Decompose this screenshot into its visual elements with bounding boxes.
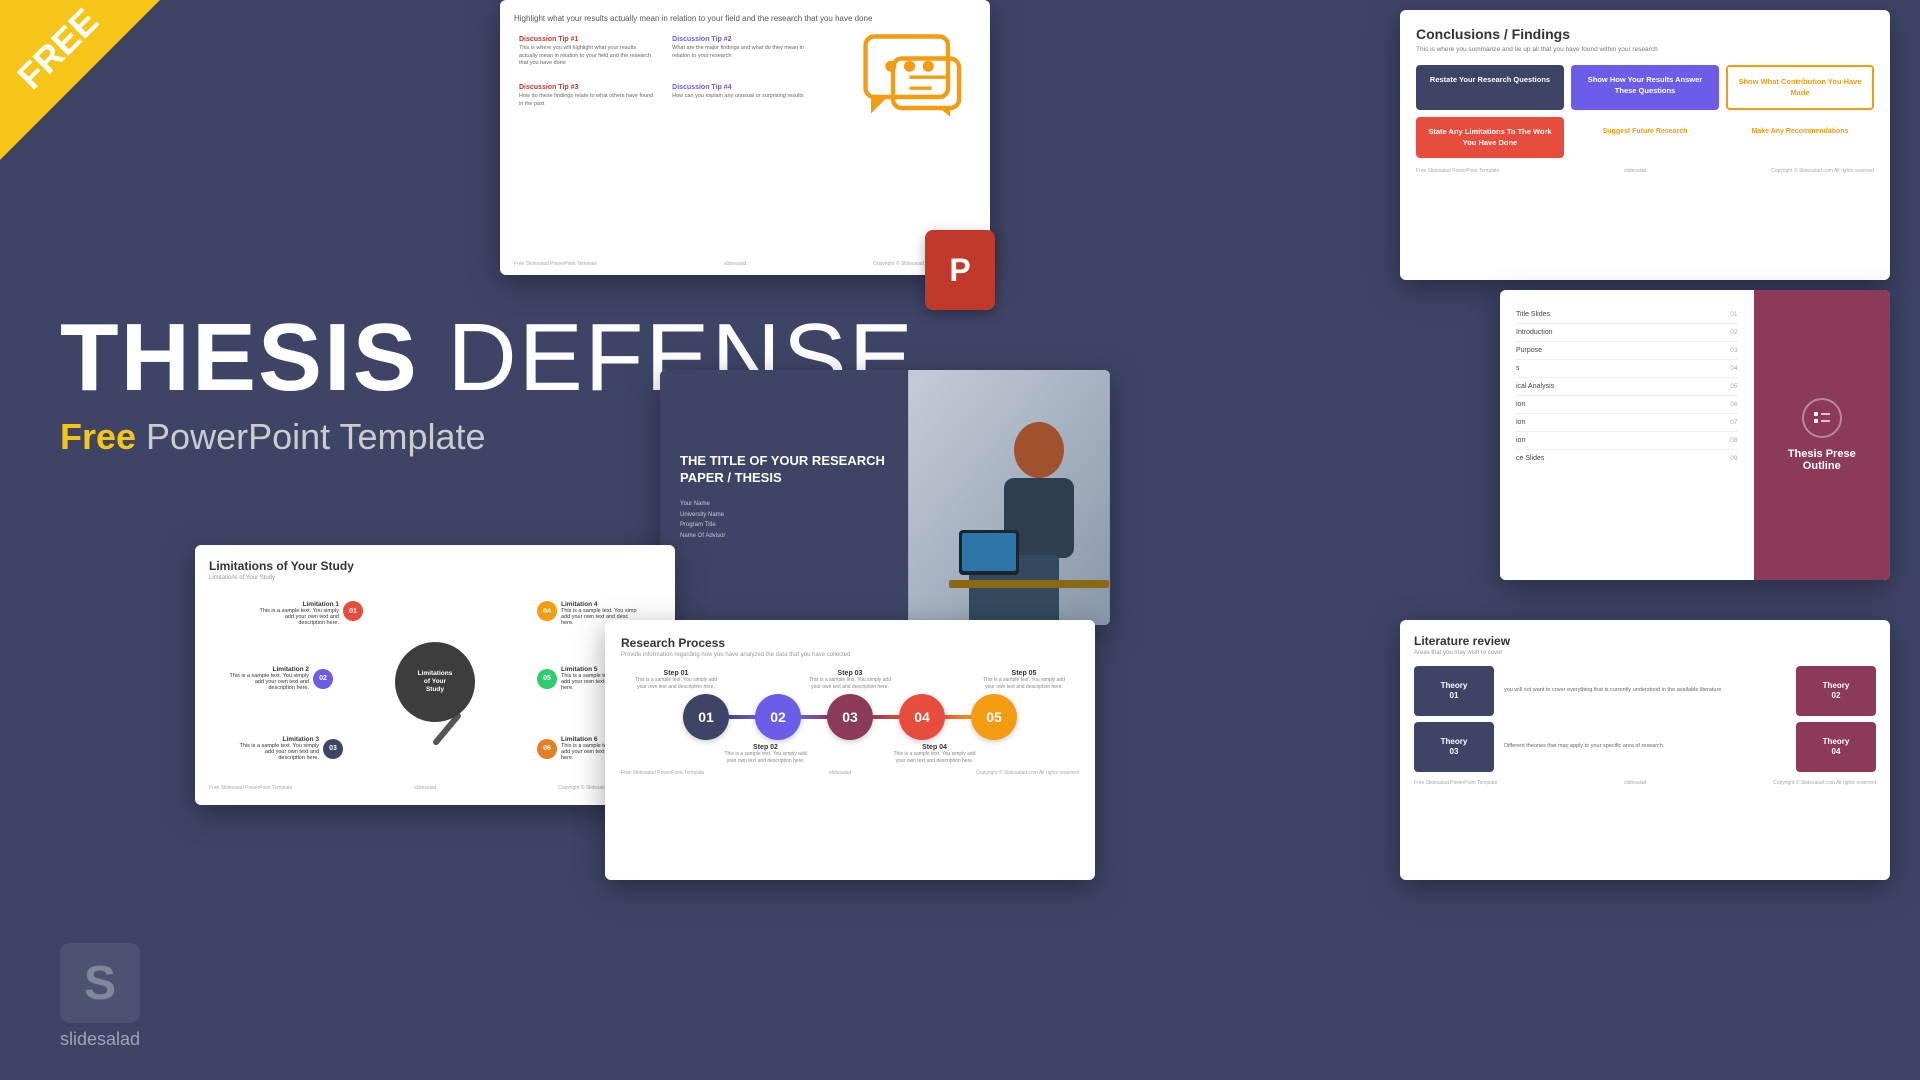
theory-04: Theory04 [1796,722,1876,772]
toc-right-title: Thesis PreseOutline [1788,448,1856,472]
theory-text-2: Different theories that may apply to you… [1500,722,1790,772]
disc-tip-3: Discussion Tip #3 How do these findings … [514,79,661,113]
person-image [908,370,1111,625]
slide-research: Research Process Provide information reg… [605,620,1095,880]
conc-box-3: Show What Contribution You Have Made [1726,65,1874,110]
disc-tip-1: Discussion Tip #1 This is where you will… [514,31,661,73]
step-03-desc: Step 03 This is a sample text. You simpl… [805,670,895,690]
lit-row-1: Theory01 you will not want to cover ever… [1414,666,1876,716]
circle-03: 03 [827,694,873,740]
steps-top-row: Step 01 This is a sample text. You simpl… [621,670,1079,690]
limit-item-1: Limitation 1This is a sample text. You s… [259,601,363,626]
lit-title: Literature review [1414,634,1876,648]
conc-sub: This is where you summarize and tie up a… [1416,46,1874,53]
discussion-tips-grid: Discussion Tip #1 This is where you will… [514,31,814,113]
disc-tip-4: Discussion Tip #4 How can you explain an… [667,79,814,113]
step-02-desc: Step 02 This is a sample text. You simpl… [721,744,811,764]
research-title: Research Process [621,636,1079,650]
title-left-panel: THE TITLE OF YOUR RESEARCH PAPER / THESI… [660,370,908,625]
tip1-label: Discussion Tip #1 [519,36,656,43]
tip3-label: Discussion Tip #3 [519,84,656,91]
ppt-icon: P [925,230,995,310]
lit-footer: Free Slidesalad PowerPoint Template slid… [1414,780,1876,786]
conc-box-1: Restate Your Research Questions [1416,65,1564,110]
step-01-desc: Step 01 This is a sample text. You simpl… [631,670,721,690]
limit-sub: Limitations of Your Study [209,575,661,581]
limit-diagram: Limitationsof YourStudy Limitation 1This… [209,591,661,781]
step-04-desc: Step 04 This is a sample text. You simpl… [890,744,980,764]
research-footer: Free Slidesalad PowerPoint Template slid… [621,770,1079,776]
lit-row-2: Theory03 Different theories that may app… [1414,722,1876,772]
slide-conclusions: Conclusions / Findings This is where you… [1400,10,1890,280]
conc-box-4: State Any Limitations To The Work You Ha… [1416,117,1564,158]
toc-row-1: Title Slides01 [1516,306,1738,324]
tip4-body: How can you explain any unusual or surpr… [672,93,809,101]
circle-04: 04 [899,694,945,740]
circles-row: 01 02 03 04 05 [621,694,1079,740]
theory-02: Theory02 [1796,666,1876,716]
toc-row-5: ical Analysis05 [1516,378,1738,396]
tip2-body: What are the major findings and what do … [672,45,809,60]
toc-right-panel: Thesis PreseOutline [1754,290,1891,580]
step-05-desc: Step 05 This is a sample text. You simpl… [979,670,1069,690]
toc-row-7: ion07 [1516,414,1738,432]
title-right-image [908,370,1111,625]
circle-01: 01 [683,694,729,740]
conc-grid: Restate Your Research Questions Show How… [1416,65,1874,158]
slide-toc: Title Slides01 Introduction02 Purpose03 … [1500,290,1890,580]
conc-box-5: Suggest Future Research [1571,117,1719,158]
author-info: Your Name University Name Program Title … [680,499,888,542]
toc-row-9: ce Slides09 [1516,450,1738,467]
toc-row-4: s04 [1516,360,1738,378]
slide-discussion: Highlight what your results actually mea… [500,0,990,275]
ppt-letter: P [949,252,970,289]
chat-icon [860,30,970,120]
conc-footer: Free Slidesalad PowerPoint Template slid… [1416,168,1874,174]
toc-row-2: Introduction02 [1516,324,1738,342]
conc-box-6: Make Any Recommendations [1726,117,1874,158]
circle-02: 02 [755,694,801,740]
toc-icon [1802,398,1842,438]
disc-tip-2: Discussion Tip #2 What are the major fin… [667,31,814,73]
toc-row-6: ion06 [1516,396,1738,414]
disc-footer: Free Slidesalad PowerPoint Template slid… [514,261,976,267]
circle-05: 05 [971,694,1017,740]
tip1-body: This is where you will highlight what yo… [519,45,656,68]
brand-name: slidesalad [60,1029,140,1050]
toc-content: Title Slides01 Introduction02 Purpose03 … [1500,290,1754,580]
theory-01: Theory01 [1414,666,1494,716]
limit-footer: Free Slidesalad PowerPoint Template slid… [209,785,661,791]
limit-title: Limitations of Your Study [209,559,661,573]
toc-row-8: ion08 [1516,432,1738,450]
conc-title: Conclusions / Findings [1416,26,1874,42]
research-sub: Provide information regarding how you ha… [621,652,1079,658]
steps-bottom-row: Step 02 This is a sample text. You simpl… [621,744,1079,764]
tip3-body: How do these findings relate to what oth… [519,93,656,108]
center-circle: Limitationsof YourStudy [395,642,475,722]
tip4-label: Discussion Tip #4 [672,84,809,91]
theory-03: Theory03 [1414,722,1494,772]
toc-row-3: Purpose03 [1516,342,1738,360]
conc-box-2: Show How Your Results Answer These Quest… [1571,65,1719,110]
disc-header: Highlight what your results actually mea… [514,14,976,23]
lit-sub: Areas that you may wish to cover [1414,650,1876,656]
brand-icon: S [60,943,140,1023]
brand-logo: S slidesalad [60,943,140,1050]
limit-item-2: Limitation 2This is a sample text. You s… [229,666,333,691]
limit-item-3: Limitation 3This is a sample text. You s… [239,736,343,761]
thesis-heading: THE TITLE OF YOUR RESEARCH PAPER / THESI… [680,453,888,487]
slide-title-main: THE TITLE OF YOUR RESEARCH PAPER / THESI… [660,370,1110,625]
slide-limitations: Limitations of Your Study Limitations of… [195,545,675,805]
theory-text-1: you will not want to cover everything th… [1500,666,1790,716]
slide-literature: Literature review Areas that you may wis… [1400,620,1890,880]
tip2-label: Discussion Tip #2 [672,36,809,43]
